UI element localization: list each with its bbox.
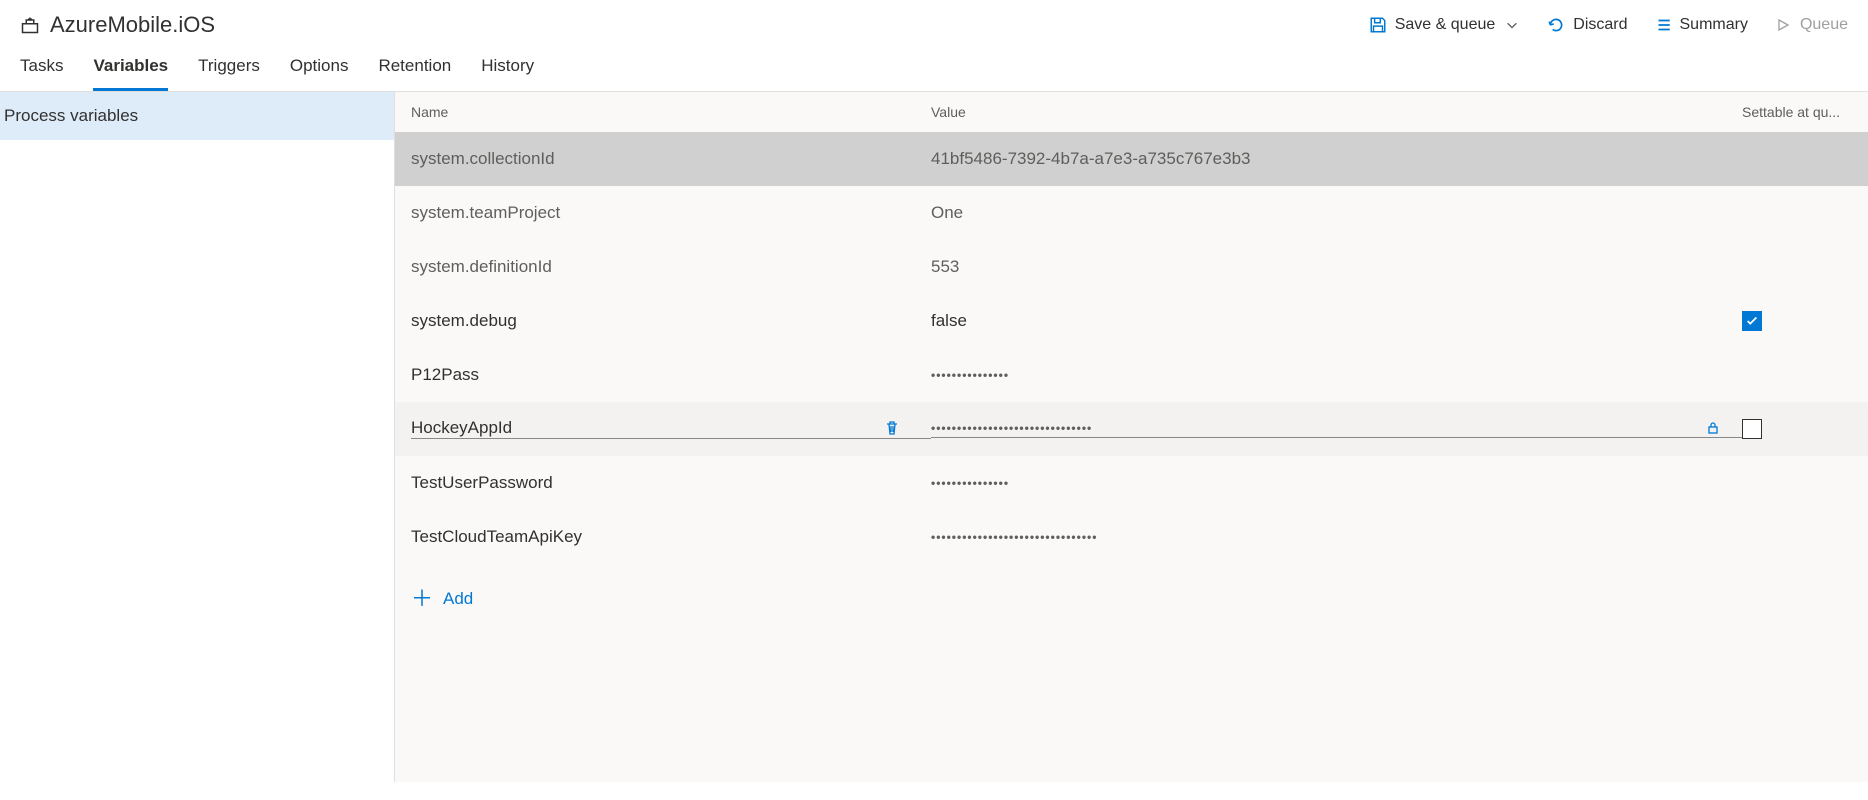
tab-bar: Tasks Variables Triggers Options Retention Hi… [0,42,1868,92]
play-icon [1774,16,1792,34]
variable-row[interactable]: system.debug false [395,294,1868,348]
delete-icon[interactable] [883,419,901,437]
variable-value[interactable]: 553 [931,257,959,277]
add-variable-button[interactable]: ＋ Add [395,564,1868,634]
settable-checkbox[interactable] [1742,419,1762,439]
chevron-down-icon [1503,16,1521,34]
variable-name[interactable]: system.teamProject [411,203,560,223]
variable-name[interactable]: system.collectionId [411,149,555,169]
add-label: Add [443,589,473,609]
col-header-settable[interactable]: Settable at qu... [1742,104,1852,120]
pipeline-icon [20,15,40,35]
variable-value[interactable]: 41bf5486-7392-4b7a-a7e3-a735c767e3b3 [931,149,1251,169]
undo-icon [1547,16,1565,34]
save-queue-label: Save & queue [1395,16,1496,34]
variables-grid: Name Value Settable at qu... system.coll… [395,92,1868,782]
tab-variables[interactable]: Variables [93,56,168,91]
variable-name[interactable]: HockeyAppId [411,418,512,438]
tab-options[interactable]: Options [290,56,349,91]
lock-icon[interactable] [1704,419,1722,437]
variable-value[interactable]: ••••••••••••••• [931,476,1009,490]
plus-icon: ＋ [411,588,433,610]
variable-value[interactable]: One [931,203,963,223]
variable-value[interactable]: false [931,311,967,331]
save-queue-button[interactable]: Save & queue [1369,16,1522,34]
tab-tasks[interactable]: Tasks [20,56,63,91]
variable-row[interactable]: TestUserPassword ••••••••••••••• [395,456,1868,510]
variable-name[interactable]: system.debug [411,311,517,331]
variable-name[interactable]: TestCloudTeamApiKey [411,527,582,547]
sidebar: Process variables [0,92,395,782]
variable-name[interactable]: P12Pass [411,365,479,385]
col-header-name[interactable]: Name [411,104,931,120]
variable-row[interactable]: HockeyAppId •••••••••••••••••••••••••••••… [395,402,1868,456]
tab-history[interactable]: History [481,56,534,91]
save-icon [1369,16,1387,34]
variable-row[interactable]: P12Pass ••••••••••••••• [395,348,1868,402]
col-header-value[interactable]: Value [931,104,1742,120]
variable-row[interactable]: system.definitionId 553 [395,240,1868,294]
settable-checkbox[interactable] [1742,311,1762,331]
variable-row[interactable]: TestCloudTeamApiKey •••••••••••••••••••••… [395,510,1868,564]
variable-name[interactable]: system.definitionId [411,257,552,277]
variable-value[interactable]: ••••••••••••••••••••••••••••••• [931,421,1092,435]
discard-button[interactable]: Discard [1547,16,1627,34]
discard-label: Discard [1573,16,1627,34]
summary-label: Summary [1680,16,1748,34]
sidebar-item-process-variables[interactable]: Process variables [0,92,394,140]
queue-button: Queue [1774,16,1848,34]
tab-triggers[interactable]: Triggers [198,56,260,91]
page-title: AzureMobile.iOS [50,12,215,38]
list-icon [1654,16,1672,34]
variable-value[interactable]: •••••••••••••••••••••••••••••••• [931,530,1097,544]
summary-button[interactable]: Summary [1654,16,1748,34]
variable-row[interactable]: system.collectionId 41bf5486-7392-4b7a-a7… [395,132,1868,186]
queue-label: Queue [1800,16,1848,34]
variable-name[interactable]: TestUserPassword [411,473,553,493]
variable-row[interactable]: system.teamProject One [395,186,1868,240]
variable-value[interactable]: ••••••••••••••• [931,368,1009,382]
tab-retention[interactable]: Retention [378,56,451,91]
